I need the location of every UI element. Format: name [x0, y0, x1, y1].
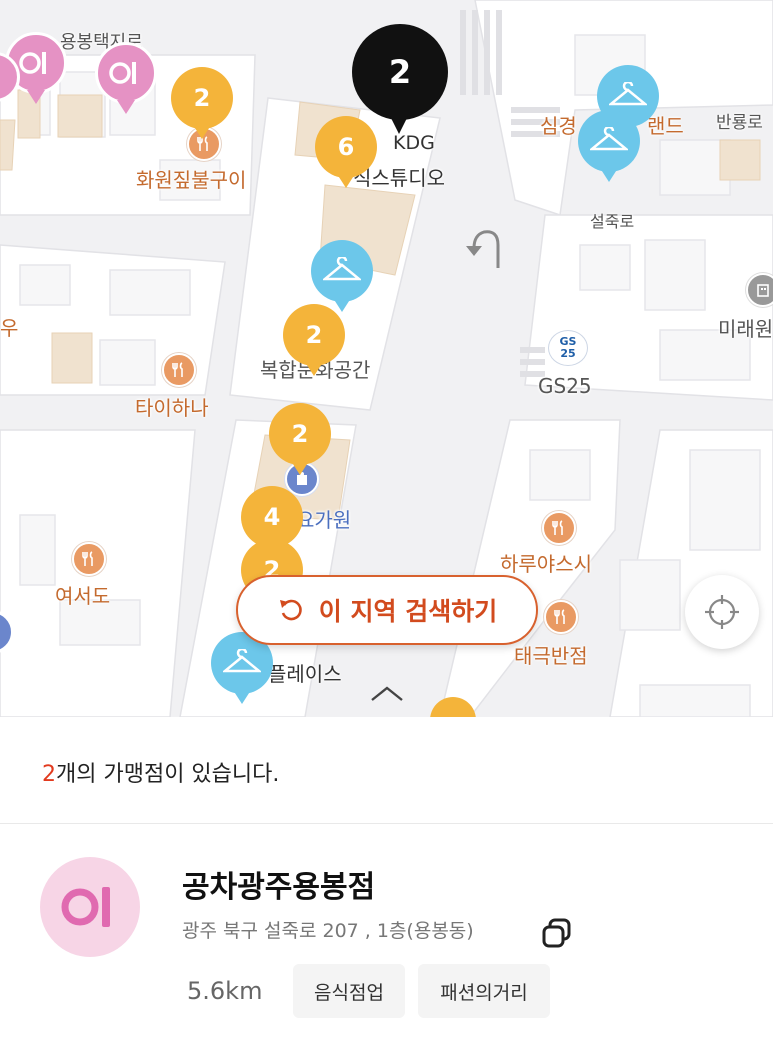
result-count: 2개의 가맹점이 있습니다.: [42, 756, 279, 788]
cluster-pin[interactable]: 2: [171, 67, 235, 149]
street-label: 반룡로: [716, 113, 763, 133]
place-label: 하루야스시: [500, 552, 592, 576]
place-label: 우: [0, 316, 19, 340]
refresh-icon: [279, 599, 302, 621]
hanger-icon: [609, 82, 647, 106]
hanger-icon: [323, 257, 361, 281]
store-name[interactable]: 공차광주용봉점: [182, 862, 375, 906]
food-store-pin[interactable]: [0, 52, 20, 122]
street-label: 설죽로: [590, 212, 635, 231]
place-label: 플레이스: [268, 662, 342, 686]
category-tag: 음식점업: [293, 964, 405, 1018]
restaurant-poi-icon[interactable]: [162, 353, 196, 387]
area-tag: 패션의거리: [418, 964, 550, 1018]
place-label: 여서도: [55, 584, 111, 608]
place-label: 화원짚불구이: [136, 168, 247, 192]
building-poi-icon[interactable]: [746, 273, 773, 307]
restaurant-poi-icon[interactable]: [72, 542, 106, 576]
search-this-area-button[interactable]: 이 지역 검색하기: [236, 575, 538, 645]
hanger-icon: [590, 127, 628, 151]
place-label: 미래원: [718, 317, 773, 341]
result-count-text: 개의 가맹점이 있습니다.: [56, 762, 280, 787]
gongcha-logo-icon: [109, 62, 136, 84]
result-count-number: 2: [42, 762, 56, 787]
restaurant-poi-icon[interactable]: [542, 511, 576, 545]
place-label: 타이하나: [135, 396, 209, 420]
cluster-pin[interactable]: 4: [241, 486, 305, 568]
fashion-store-pin[interactable]: [578, 110, 642, 192]
place-label: 태극반점: [514, 644, 588, 668]
my-location-button[interactable]: [685, 575, 759, 649]
copy-icon[interactable]: [540, 916, 574, 950]
gongcha-logo-icon: [19, 52, 46, 74]
hanger-icon: [223, 649, 261, 673]
food-store-pin[interactable]: [95, 42, 159, 122]
cluster-pin[interactable]: 2: [269, 403, 333, 485]
crosshair-icon: [705, 595, 739, 629]
place-label: GS25: [538, 374, 592, 398]
gongcha-logo-icon: [61, 887, 110, 927]
restaurant-poi-icon[interactable]: [544, 600, 578, 634]
divider: [0, 823, 773, 824]
gs25-badge[interactable]: GS 25: [548, 330, 588, 366]
chevron-up-icon[interactable]: [370, 684, 404, 704]
cluster-pin[interactable]: 6: [315, 116, 379, 198]
store-logo[interactable]: [40, 857, 140, 957]
store-address: 광주 북구 설죽로 207 , 1층(용봉동): [182, 920, 474, 942]
cluster-pin[interactable]: 2: [283, 304, 347, 386]
store-distance: 5.6km: [187, 977, 263, 1005]
map-view[interactable]: GS 25 용봉택지로 설죽로 화원짚불구이 KDG 직스튜디오 심경 랜드 반…: [0, 0, 773, 717]
search-this-area-label: 이 지역 검색하기: [318, 597, 498, 626]
place-label: 심경: [540, 114, 577, 138]
